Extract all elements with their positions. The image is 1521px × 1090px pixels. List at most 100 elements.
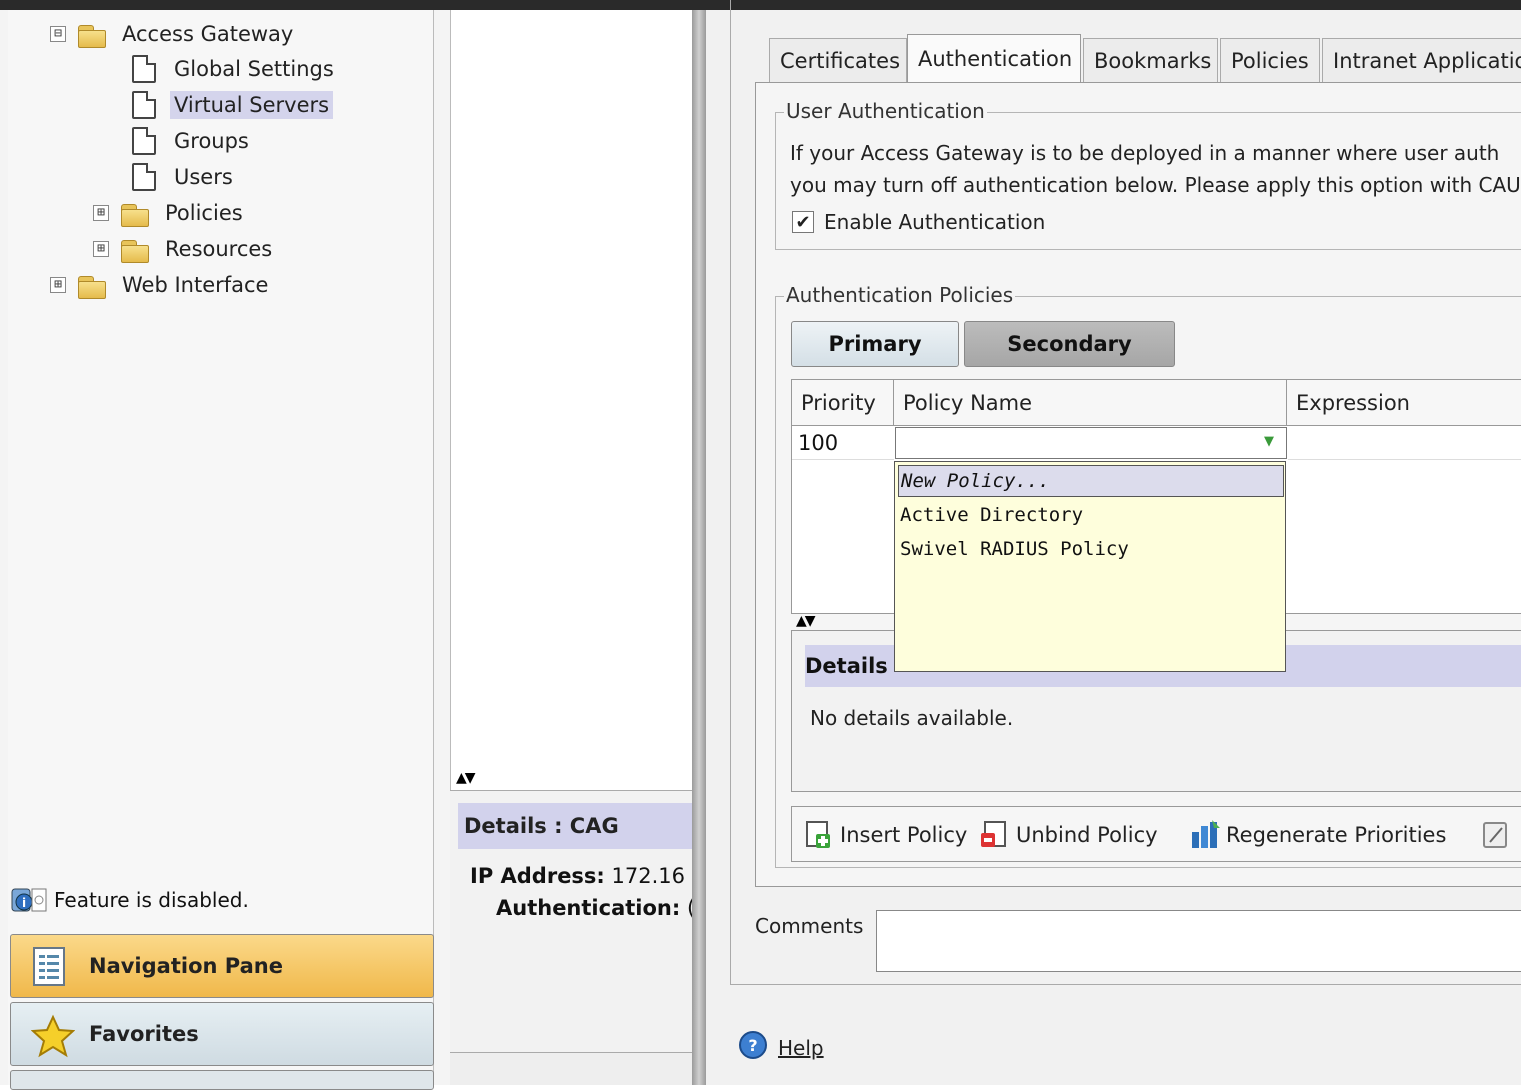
checkbox-checked-icon[interactable]: ✔: [792, 211, 814, 233]
column-header-policy-name[interactable]: Policy Name: [894, 380, 1287, 426]
tree-item-label: Users: [174, 165, 233, 189]
expand-icon[interactable]: ⊞: [50, 277, 66, 293]
ip-address-value: 172.16: [611, 864, 686, 888]
svg-text:?: ?: [748, 1036, 757, 1055]
primary-tab-label: Primary: [828, 332, 922, 356]
mid-bottom-toolbar: [450, 1052, 692, 1085]
tab-label: Policies: [1231, 48, 1309, 73]
regenerate-priorities-button[interactable]: Regenerate Priorities: [1190, 807, 1446, 863]
navigation-pane-label: Navigation Pane: [89, 954, 283, 978]
favorites-label: Favorites: [89, 1022, 199, 1046]
dropdown-option-new-policy[interactable]: New Policy...: [898, 465, 1284, 497]
page-icon: [132, 127, 156, 155]
unbind-policy-label: Unbind Policy: [1016, 823, 1158, 847]
policy-name-select[interactable]: ▼: [895, 427, 1287, 459]
policy-name-dropdown: New Policy... Active Directory Swivel RA…: [894, 461, 1286, 672]
pane-splitter[interactable]: [692, 10, 706, 1085]
column-header-expression[interactable]: Expression: [1287, 380, 1521, 426]
tab-authentication[interactable]: Authentication: [907, 34, 1081, 82]
feature-status-text: Feature is disabled.: [54, 888, 249, 912]
expression-cell[interactable]: [1288, 426, 1521, 460]
navigation-extra-button[interactable]: [10, 1070, 434, 1090]
star-icon: [30, 1014, 76, 1058]
secondary-tab-label: Secondary: [1007, 332, 1132, 356]
regenerate-priorities-icon: [1190, 820, 1220, 850]
priority-cell[interactable]: 100: [792, 426, 894, 460]
tree-item-label: Global Settings: [174, 57, 334, 81]
tree-item-label: Resources: [165, 237, 273, 261]
user-auth-description-line2: you may turn off authentication below. P…: [790, 173, 1521, 197]
user-authentication-legend: User Authentication: [784, 99, 987, 123]
dropdown-option-swivel-radius[interactable]: Swivel RADIUS Policy: [898, 533, 1129, 565]
tree-item-label: Virtual Servers: [170, 91, 334, 119]
tree-item-resources[interactable]: ⊞ Resources: [93, 233, 276, 265]
ip-address-label: IP Address:: [470, 864, 605, 888]
details-title: Details : CAG: [458, 803, 692, 849]
tree-item-virtual-servers[interactable]: Virtual Servers: [132, 89, 334, 121]
folder-icon: [119, 236, 151, 263]
tab-label: Bookmarks: [1094, 48, 1212, 73]
comments-label: Comments: [755, 914, 864, 938]
tree-item-global-settings[interactable]: Global Settings: [132, 53, 338, 85]
column-header-priority[interactable]: Priority: [792, 380, 894, 426]
tree-item-label: Access Gateway: [122, 22, 294, 46]
favorites-button[interactable]: Favorites: [10, 1002, 434, 1066]
tab-label: Certificates: [780, 48, 901, 73]
tab-policies[interactable]: Policies: [1220, 38, 1320, 82]
tree-item-groups[interactable]: Groups: [132, 125, 253, 157]
page-icon: [132, 163, 156, 191]
feature-status: i Feature is disabled.: [10, 885, 249, 915]
unbind-document-icon: [980, 820, 1008, 850]
secondary-tab[interactable]: Secondary: [964, 321, 1175, 367]
tab-intranet-applications[interactable]: Intranet Application: [1322, 38, 1521, 82]
tree-item-access-gateway[interactable]: ⊟ Access Gateway: [50, 18, 297, 50]
chevron-down-icon[interactable]: ▼: [1264, 434, 1274, 449]
authentication-row: Authentication: (: [496, 896, 692, 920]
primary-tab[interactable]: Primary: [791, 321, 959, 367]
folder-icon: [119, 200, 151, 227]
page-icon: [132, 55, 156, 83]
info-icon: i: [10, 885, 47, 915]
collapse-icon[interactable]: ⊟: [50, 26, 66, 42]
list-document-icon: [31, 946, 69, 986]
tab-bookmarks[interactable]: Bookmarks: [1083, 38, 1218, 82]
enable-authentication-label: Enable Authentication: [824, 210, 1046, 234]
comments-field[interactable]: [876, 910, 1521, 972]
details-title-text: Details: [805, 654, 888, 678]
tree-item-label: Web Interface: [122, 273, 269, 297]
policy-toolbar: Insert Policy Unbind Policy Regenerate P…: [791, 806, 1521, 862]
svg-text:i: i: [22, 896, 26, 910]
dropdown-option-active-directory[interactable]: Active Directory: [898, 499, 1083, 531]
help-label: Help: [778, 1035, 824, 1060]
splitter-arrows-icon[interactable]: ▲▼: [456, 770, 475, 786]
tab-label: Authentication: [918, 46, 1073, 71]
insert-document-icon: [804, 820, 832, 850]
folder-icon: [76, 21, 108, 48]
authentication-label: Authentication:: [496, 896, 681, 920]
tree-item-policies[interactable]: ⊞ Policies: [93, 197, 247, 229]
help-button[interactable]: ? Help: [738, 1030, 824, 1065]
unbind-policy-button[interactable]: Unbind Policy: [980, 807, 1158, 863]
enable-authentication-checkbox[interactable]: ✔ Enable Authentication: [792, 210, 1045, 234]
authentication-policies-legend: Authentication Policies: [784, 283, 1016, 307]
navigation-pane-button[interactable]: Navigation Pane: [10, 934, 434, 998]
tree-item-label: Policies: [165, 201, 243, 225]
regenerate-priorities-label: Regenerate Priorities: [1226, 823, 1447, 847]
tree-item-users[interactable]: Users: [132, 161, 237, 193]
tree-item-web-interface[interactable]: ⊞ Web Interface: [50, 269, 272, 301]
tab-label: Intranet Application: [1333, 48, 1521, 73]
edit-button[interactable]: [1482, 807, 1510, 863]
splitter-arrows-icon[interactable]: ▲▼: [796, 613, 815, 629]
page-icon: [132, 91, 156, 119]
tree-item-label: Groups: [174, 129, 249, 153]
expand-icon[interactable]: ⊞: [93, 241, 109, 257]
user-auth-description-line1: If your Access Gateway is to be deployed…: [790, 141, 1500, 165]
policy-details-text: No details available.: [810, 706, 1014, 730]
edit-icon: [1482, 820, 1510, 850]
insert-policy-button[interactable]: Insert Policy: [804, 807, 967, 863]
ip-address-row: IP Address: 172.16: [470, 864, 692, 888]
insert-policy-label: Insert Policy: [840, 823, 968, 847]
expand-icon[interactable]: ⊞: [93, 205, 109, 221]
folder-icon: [76, 272, 108, 299]
tab-certificates[interactable]: Certificates: [769, 38, 907, 82]
